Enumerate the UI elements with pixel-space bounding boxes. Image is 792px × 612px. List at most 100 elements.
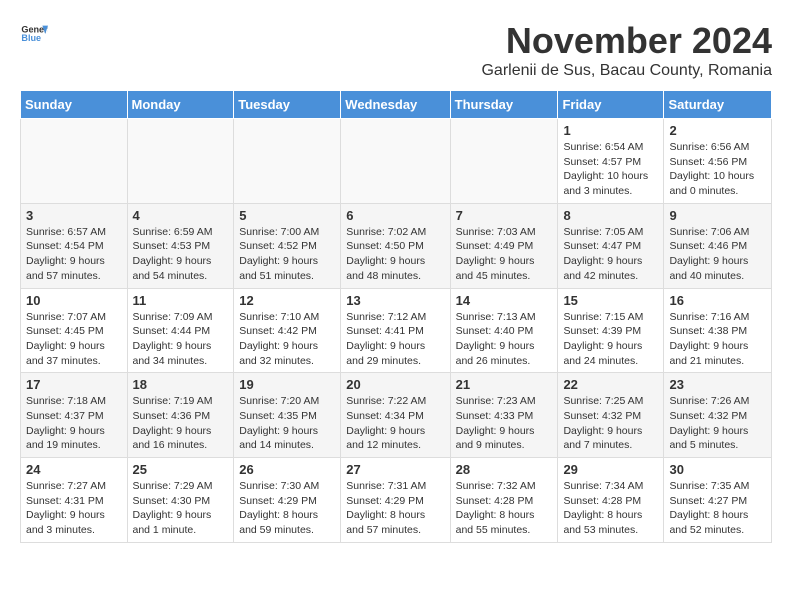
day-info: Sunrise: 7:02 AM Sunset: 4:50 PM Dayligh… (346, 225, 444, 284)
calendar-cell: 11 Sunrise: 7:09 AM Sunset: 4:44 PM Dayli… (127, 288, 234, 373)
day-number: 14 (456, 293, 553, 308)
calendar-header-monday: Monday (127, 91, 234, 119)
day-number: 22 (563, 377, 658, 392)
day-info: Sunrise: 7:34 AM Sunset: 4:28 PM Dayligh… (563, 479, 658, 538)
day-info: Sunrise: 7:12 AM Sunset: 4:41 PM Dayligh… (346, 310, 444, 369)
calendar-cell (450, 119, 558, 204)
day-info: Sunrise: 7:30 AM Sunset: 4:29 PM Dayligh… (239, 479, 335, 538)
day-info: Sunrise: 7:22 AM Sunset: 4:34 PM Dayligh… (346, 394, 444, 453)
calendar-cell: 21 Sunrise: 7:23 AM Sunset: 4:33 PM Dayli… (450, 373, 558, 458)
calendar-cell: 2 Sunrise: 6:56 AM Sunset: 4:56 PM Daylig… (664, 119, 772, 204)
day-info: Sunrise: 7:10 AM Sunset: 4:42 PM Dayligh… (239, 310, 335, 369)
calendar-cell: 3Sunrise: 6:57 AM Sunset: 4:54 PM Daylig… (21, 203, 128, 288)
calendar-cell: 4 Sunrise: 6:59 AM Sunset: 4:53 PM Daylig… (127, 203, 234, 288)
day-info: Sunrise: 7:18 AM Sunset: 4:37 PM Dayligh… (26, 394, 122, 453)
page-title: November 2024 (481, 20, 772, 62)
page-subtitle: Garlenii de Sus, Bacau County, Romania (481, 62, 772, 80)
day-info: Sunrise: 7:09 AM Sunset: 4:44 PM Dayligh… (133, 310, 229, 369)
calendar-header-wednesday: Wednesday (341, 91, 450, 119)
day-number: 26 (239, 462, 335, 477)
day-number: 11 (133, 293, 229, 308)
day-info: Sunrise: 7:06 AM Sunset: 4:46 PM Dayligh… (669, 225, 766, 284)
day-info: Sunrise: 7:19 AM Sunset: 4:36 PM Dayligh… (133, 394, 229, 453)
calendar-header-tuesday: Tuesday (234, 91, 341, 119)
day-number: 8 (563, 208, 658, 223)
calendar-week-2: 3Sunrise: 6:57 AM Sunset: 4:54 PM Daylig… (21, 203, 772, 288)
calendar-week-1: 1 Sunrise: 6:54 AM Sunset: 4:57 PM Daylig… (21, 119, 772, 204)
day-info: Sunrise: 6:54 AM Sunset: 4:57 PM Dayligh… (563, 140, 658, 199)
day-info: Sunrise: 7:03 AM Sunset: 4:49 PM Dayligh… (456, 225, 553, 284)
day-number: 25 (133, 462, 229, 477)
calendar-cell: 23 Sunrise: 7:26 AM Sunset: 4:32 PM Dayli… (664, 373, 772, 458)
day-number: 28 (456, 462, 553, 477)
calendar-cell: 27Sunrise: 7:31 AM Sunset: 4:29 PM Dayli… (341, 458, 450, 543)
calendar-cell: 8 Sunrise: 7:05 AM Sunset: 4:47 PM Daylig… (558, 203, 664, 288)
day-info: Sunrise: 7:15 AM Sunset: 4:39 PM Dayligh… (563, 310, 658, 369)
calendar-cell: 13 Sunrise: 7:12 AM Sunset: 4:41 PM Dayli… (341, 288, 450, 373)
calendar-header-sunday: Sunday (21, 91, 128, 119)
calendar-cell: 14 Sunrise: 7:13 AM Sunset: 4:40 PM Dayli… (450, 288, 558, 373)
calendar-cell: 18 Sunrise: 7:19 AM Sunset: 4:36 PM Dayli… (127, 373, 234, 458)
calendar-week-5: 24Sunrise: 7:27 AM Sunset: 4:31 PM Dayli… (21, 458, 772, 543)
day-info: Sunrise: 7:13 AM Sunset: 4:40 PM Dayligh… (456, 310, 553, 369)
day-info: Sunrise: 7:07 AM Sunset: 4:45 PM Dayligh… (26, 310, 122, 369)
day-number: 21 (456, 377, 553, 392)
day-info: Sunrise: 7:25 AM Sunset: 4:32 PM Dayligh… (563, 394, 658, 453)
calendar-header-saturday: Saturday (664, 91, 772, 119)
calendar-cell: 28 Sunrise: 7:32 AM Sunset: 4:28 PM Dayli… (450, 458, 558, 543)
calendar-cell: 7 Sunrise: 7:03 AM Sunset: 4:49 PM Daylig… (450, 203, 558, 288)
day-number: 2 (669, 123, 766, 138)
day-info: Sunrise: 7:26 AM Sunset: 4:32 PM Dayligh… (669, 394, 766, 453)
logo: General Blue (20, 20, 48, 48)
day-number: 23 (669, 377, 766, 392)
calendar-cell: 19 Sunrise: 7:20 AM Sunset: 4:35 PM Dayli… (234, 373, 341, 458)
calendar-cell: 22 Sunrise: 7:25 AM Sunset: 4:32 PM Dayli… (558, 373, 664, 458)
calendar-cell: 17Sunrise: 7:18 AM Sunset: 4:37 PM Dayli… (21, 373, 128, 458)
logo-icon: General Blue (20, 20, 48, 48)
day-number: 15 (563, 293, 658, 308)
day-number: 18 (133, 377, 229, 392)
calendar-header-row: SundayMondayTuesdayWednesdayThursdayFrid… (21, 91, 772, 119)
calendar-cell: 26 Sunrise: 7:30 AM Sunset: 4:29 PM Dayli… (234, 458, 341, 543)
day-number: 9 (669, 208, 766, 223)
day-info: Sunrise: 7:31 AM Sunset: 4:29 PM Dayligh… (346, 479, 444, 538)
day-info: Sunrise: 6:56 AM Sunset: 4:56 PM Dayligh… (669, 140, 766, 199)
day-info: Sunrise: 7:23 AM Sunset: 4:33 PM Dayligh… (456, 394, 553, 453)
calendar-cell: 10 Sunrise: 7:07 AM Sunset: 4:45 PM Dayli… (21, 288, 128, 373)
calendar-table: SundayMondayTuesdayWednesdayThursdayFrid… (20, 90, 772, 543)
calendar-week-3: 10 Sunrise: 7:07 AM Sunset: 4:45 PM Dayli… (21, 288, 772, 373)
calendar-week-4: 17Sunrise: 7:18 AM Sunset: 4:37 PM Dayli… (21, 373, 772, 458)
svg-text:Blue: Blue (21, 33, 41, 43)
day-number: 10 (26, 293, 122, 308)
calendar-cell: 30Sunrise: 7:35 AM Sunset: 4:27 PM Dayli… (664, 458, 772, 543)
calendar-cell: 9 Sunrise: 7:06 AM Sunset: 4:46 PM Daylig… (664, 203, 772, 288)
calendar-cell: 29Sunrise: 7:34 AM Sunset: 4:28 PM Dayli… (558, 458, 664, 543)
day-number: 20 (346, 377, 444, 392)
calendar-cell: 16Sunrise: 7:16 AM Sunset: 4:38 PM Dayli… (664, 288, 772, 373)
day-number: 6 (346, 208, 444, 223)
calendar-header-friday: Friday (558, 91, 664, 119)
day-info: Sunrise: 6:59 AM Sunset: 4:53 PM Dayligh… (133, 225, 229, 284)
calendar-cell: 1 Sunrise: 6:54 AM Sunset: 4:57 PM Daylig… (558, 119, 664, 204)
day-info: Sunrise: 7:20 AM Sunset: 4:35 PM Dayligh… (239, 394, 335, 453)
day-number: 13 (346, 293, 444, 308)
calendar-header-thursday: Thursday (450, 91, 558, 119)
calendar-cell: 20 Sunrise: 7:22 AM Sunset: 4:34 PM Dayli… (341, 373, 450, 458)
calendar-cell (341, 119, 450, 204)
day-info: Sunrise: 7:29 AM Sunset: 4:30 PM Dayligh… (133, 479, 229, 538)
calendar-cell: 5Sunrise: 7:00 AM Sunset: 4:52 PM Daylig… (234, 203, 341, 288)
title-section: November 2024 Garlenii de Sus, Bacau Cou… (481, 20, 772, 80)
day-number: 7 (456, 208, 553, 223)
day-number: 19 (239, 377, 335, 392)
calendar-cell: 25 Sunrise: 7:29 AM Sunset: 4:30 PM Dayli… (127, 458, 234, 543)
calendar-cell: 24Sunrise: 7:27 AM Sunset: 4:31 PM Dayli… (21, 458, 128, 543)
day-number: 30 (669, 462, 766, 477)
day-info: Sunrise: 7:05 AM Sunset: 4:47 PM Dayligh… (563, 225, 658, 284)
day-number: 4 (133, 208, 229, 223)
calendar-cell (234, 119, 341, 204)
page-header: General Blue November 2024 Garlenii de S… (20, 20, 772, 80)
day-info: Sunrise: 7:32 AM Sunset: 4:28 PM Dayligh… (456, 479, 553, 538)
calendar-cell (21, 119, 128, 204)
day-number: 1 (563, 123, 658, 138)
day-number: 3 (26, 208, 122, 223)
